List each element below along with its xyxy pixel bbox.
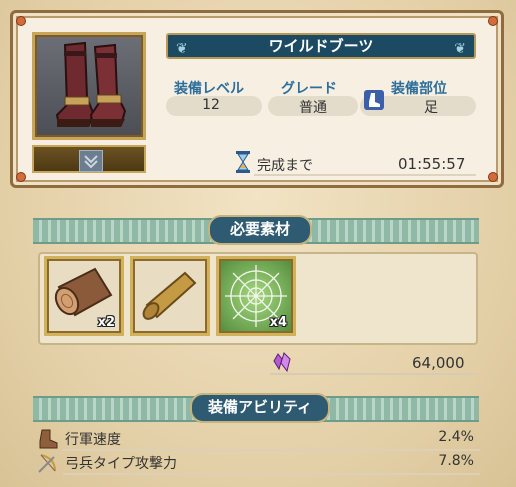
corner-gem-icon [16, 172, 26, 182]
leather-boots-icon [55, 41, 127, 127]
parchment-scroll-icon [142, 271, 197, 320]
corner-gem-icon [16, 16, 26, 26]
time-remaining-value: 01:55:57 [398, 155, 466, 173]
material-count: x2 [97, 315, 115, 330]
banner-ornament-icon: ❦ [176, 41, 188, 57]
item-name: ワイルドブーツ [268, 37, 374, 55]
corner-gem-icon [488, 172, 498, 182]
materials-header: 必要素材 [208, 215, 312, 245]
hourglass-icon [236, 151, 250, 173]
material-slot[interactable]: x4 [216, 256, 296, 336]
item-portrait[interactable] [32, 32, 146, 140]
material-count: x4 [269, 315, 287, 330]
time-remaining-label: 完成まで [257, 158, 313, 174]
grade-value: 普通 [299, 100, 327, 116]
rarity-bar [32, 145, 146, 173]
slot-label: 装備部位 [391, 81, 447, 97]
level-label: 装備レベル [174, 81, 244, 97]
ability-row: 弓兵タイプ攻撃力 7.8% [35, 451, 480, 475]
bow-arrow-icon [38, 454, 56, 473]
cost-value: 64,000 [412, 354, 465, 372]
divider [63, 473, 480, 475]
ability-row: 行軍速度 2.4% [35, 427, 480, 451]
material-slot[interactable] [130, 256, 210, 336]
ability-value: 2.4% [438, 429, 474, 445]
grade-label: グレード [281, 81, 337, 97]
divider [270, 373, 476, 375]
abilities-header: 装備アビリティ [190, 393, 330, 423]
banner-ornament-icon: ❦ [454, 41, 466, 57]
divider [254, 174, 476, 176]
purple-crystal-icon [272, 351, 294, 373]
corner-gem-icon [488, 16, 498, 26]
ability-value: 7.8% [438, 453, 474, 469]
slot-value: 足 [424, 100, 438, 116]
item-name-banner: ❦ ワイルドブーツ ❦ [166, 33, 476, 59]
material-slot[interactable]: x2 [44, 256, 124, 336]
ability-label: 弓兵タイプ攻撃力 [65, 456, 177, 472]
level-value: 12 [202, 97, 220, 113]
boot-icon [39, 429, 58, 449]
boot-slot-icon [364, 90, 384, 110]
ability-label: 行軍速度 [65, 432, 121, 448]
chevron-slot-icon [79, 150, 103, 172]
